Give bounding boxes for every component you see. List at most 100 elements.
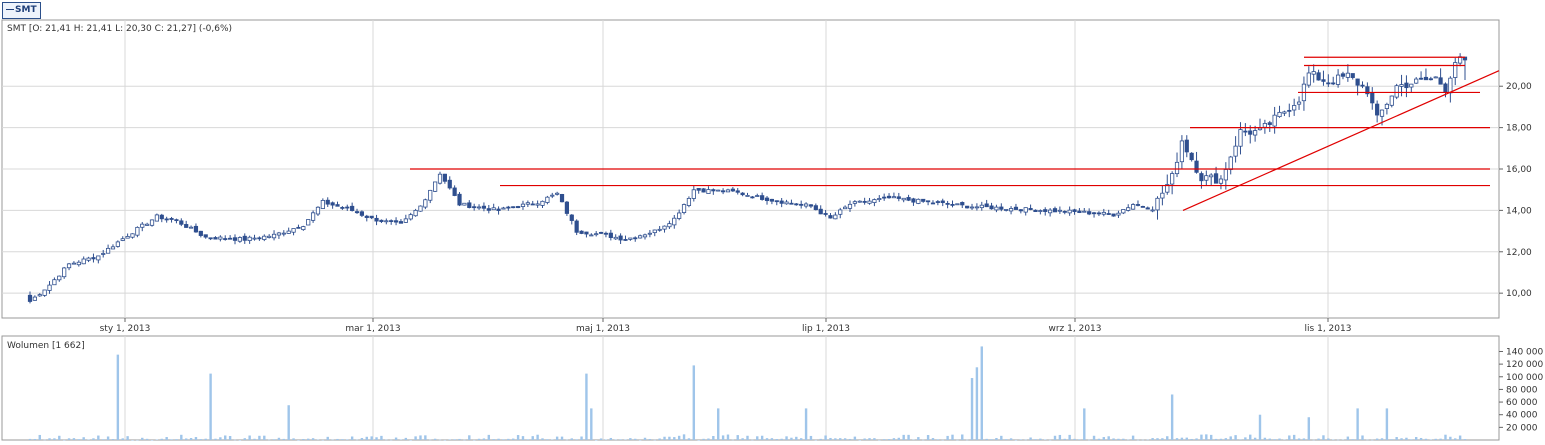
volume-bar xyxy=(946,435,949,440)
volume-bar xyxy=(1405,437,1408,440)
volume-bar xyxy=(424,435,427,440)
volume-panel xyxy=(1,335,1500,441)
volume-bar xyxy=(331,439,334,441)
volume-bar xyxy=(1200,434,1203,440)
volume-bar xyxy=(1102,437,1106,440)
candle-down xyxy=(340,207,345,209)
candle-up xyxy=(1048,209,1053,214)
volume-bar xyxy=(1419,437,1423,440)
volume-bar xyxy=(360,437,364,440)
volume-bar xyxy=(419,435,422,440)
volume-bar xyxy=(551,439,554,440)
volume-bar xyxy=(1424,438,1428,440)
date-x-axis: sty 1, 2013 mar 1, 2013 maj 1, 2013 lip 1, … xyxy=(100,318,1351,334)
candle-down xyxy=(1062,210,1067,213)
volume-bar xyxy=(1371,439,1374,441)
volume-bar xyxy=(1361,435,1364,440)
candle-down xyxy=(506,206,511,209)
candle-down xyxy=(1043,209,1048,212)
candle-up xyxy=(154,214,160,222)
candle-up xyxy=(1448,77,1453,94)
y-tick-label: 16,00 xyxy=(1506,165,1532,175)
volume-bar xyxy=(165,437,168,440)
volume-bar xyxy=(848,438,852,440)
volume-bar xyxy=(1434,438,1437,440)
candle-up xyxy=(403,218,408,223)
volume-bar xyxy=(389,439,393,441)
volume-bar xyxy=(184,438,188,440)
candle-down xyxy=(559,194,565,203)
volume-bar xyxy=(209,373,212,440)
volume-bar xyxy=(814,439,818,441)
vol-y-tick-label: 40 000 xyxy=(1506,411,1538,421)
candle-down xyxy=(711,189,716,192)
volume-bar xyxy=(594,439,598,441)
volume-bar xyxy=(175,439,178,440)
candle-up xyxy=(681,204,687,213)
vol-y-tick-label: 120 000 xyxy=(1506,360,1543,370)
volume-bar xyxy=(555,436,559,440)
volume-info: Wolumen [1 662] xyxy=(7,341,85,351)
candle-up xyxy=(555,192,560,195)
candle-down xyxy=(720,190,726,193)
volume-bar xyxy=(370,436,373,440)
candle-up xyxy=(969,206,975,209)
candle-up xyxy=(525,202,530,205)
volume-bar xyxy=(658,438,661,440)
candle-down xyxy=(1443,83,1448,93)
volume-bar xyxy=(1444,434,1447,440)
candle-up xyxy=(628,237,633,240)
candle-up xyxy=(638,235,643,239)
volume-bar xyxy=(243,438,246,440)
candle-up xyxy=(252,237,257,240)
candle-down xyxy=(325,199,330,205)
candle-up xyxy=(281,232,286,235)
volume-bar xyxy=(38,434,41,440)
volume-bar xyxy=(882,439,886,440)
volume-bar xyxy=(126,436,129,440)
volume-bar xyxy=(228,436,232,440)
candle-up xyxy=(1067,209,1072,214)
volume-bar xyxy=(956,439,959,441)
candle-up xyxy=(550,194,555,197)
candle-up xyxy=(901,197,906,201)
volume-bar xyxy=(565,439,569,441)
candle-down xyxy=(330,202,335,206)
volume-bar xyxy=(287,405,290,440)
volume-bar xyxy=(92,438,95,440)
price-y-axis: 10,00 12,00 14,00 16,00 18,00 20,00 xyxy=(1499,82,1532,299)
candle-up xyxy=(1023,207,1028,213)
candle-up xyxy=(1379,109,1385,117)
candle-up xyxy=(247,236,252,242)
volume-bar xyxy=(1185,437,1188,440)
volume-bar xyxy=(1073,438,1076,440)
volume-bar xyxy=(1454,438,1457,440)
volume-bar xyxy=(1034,439,1037,440)
candle-up xyxy=(37,294,42,297)
volume-bar xyxy=(33,438,37,440)
volume-bar xyxy=(311,438,315,440)
volume-bar xyxy=(1297,438,1301,440)
candle-up xyxy=(652,229,657,234)
volume-bar xyxy=(1380,438,1384,440)
candle-down xyxy=(984,203,989,208)
candle-down xyxy=(1428,78,1433,81)
volume-bar xyxy=(394,437,398,440)
volume-bar xyxy=(1292,434,1296,440)
volume-bar xyxy=(1156,438,1159,440)
volume-bar xyxy=(668,436,671,440)
candle-up xyxy=(1121,209,1126,214)
candle-up xyxy=(535,203,540,206)
volume-bar xyxy=(141,437,144,440)
candle-up xyxy=(1292,105,1297,111)
volume-bar xyxy=(941,439,944,441)
volume-bar xyxy=(224,435,227,440)
candle-up xyxy=(867,200,872,204)
volume-bar xyxy=(1302,438,1306,440)
candle-up xyxy=(408,214,413,220)
candle-down xyxy=(569,214,574,221)
volume-bar xyxy=(1000,435,1003,440)
x-tick-label: sty 1, 2013 xyxy=(100,324,151,334)
candle-down xyxy=(1096,212,1102,215)
volume-bar xyxy=(726,434,730,440)
